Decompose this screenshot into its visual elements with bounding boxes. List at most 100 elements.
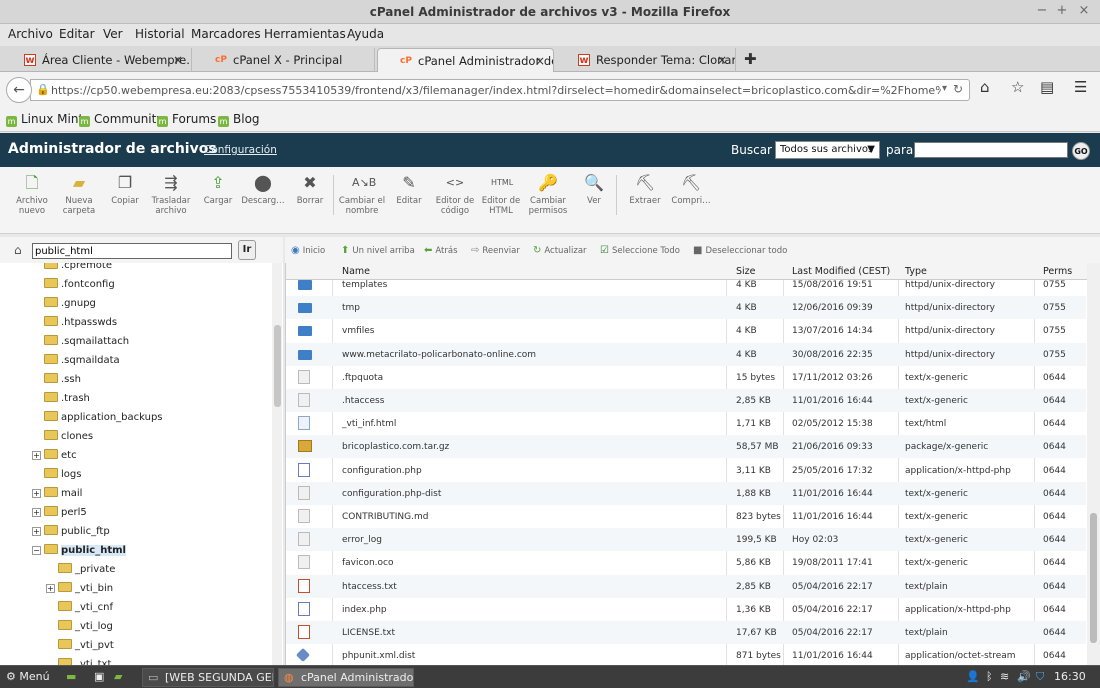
table-row[interactable]: LICENSE.txt 17,67 KB 05/04/2016 22:17 text/… [286,621,1086,644]
table-row[interactable]: htaccess.txt 2,85 KB 05/04/2016 22:17 text/… [286,574,1086,598]
col-perms[interactable]: Perms [1043,266,1072,277]
chevron-down-icon[interactable]: ▾ [942,83,947,94]
file-list-scrollbar[interactable] [1087,263,1100,665]
compress-button[interactable]: ⛏ Compri… [667,173,715,206]
view-button[interactable]: 🔍 Ver [570,173,618,206]
terminal-icon[interactable]: ▣ [94,670,104,683]
tab-responder-tema[interactable]: w Responder Tema: Clonar … × [556,48,736,72]
scroll-thumb[interactable] [1090,513,1097,643]
volume-icon[interactable]: 🔊 [1017,670,1031,683]
tree-item[interactable]: _vti_pvt [58,639,114,657]
tab-cpanel-principal[interactable]: cP cPanel X - Principal [193,48,375,72]
start-menu-button[interactable]: ⚙ Menú [6,670,50,683]
tree-item[interactable]: .trash [44,392,90,410]
back-button[interactable]: ← [6,77,32,103]
tree-item[interactable]: − public_html [32,544,126,562]
tree-item[interactable]: + mail [32,487,82,505]
table-row[interactable]: www.metacrilato-policarbonato-online.com… [286,342,1086,366]
tree-item[interactable]: .cpremote [44,263,112,277]
close-tab-icon[interactable]: × [535,54,545,68]
col-name[interactable]: Name [342,266,370,277]
tab-cpanel-filemanager[interactable]: cP cPanel Administrador de … × [377,48,554,72]
action-forward[interactable]: ⇨ Reenviar [471,245,520,256]
wifi-icon[interactable]: ≋ [1000,670,1009,683]
bookmark-blog[interactable]: m Blog [218,112,260,127]
tree-item[interactable]: .sqmaildata [44,354,120,372]
bookmark-star-icon[interactable]: ☆ [1011,78,1024,96]
rename-button[interactable]: A↘B Cambiar el nombre [338,173,386,216]
col-modified[interactable]: Last Modified (CEST) [792,266,890,277]
action-home[interactable]: ◉ Inicio [291,245,325,256]
delete-button[interactable]: ✖ Borrar [286,173,334,206]
tree-item[interactable]: _vti_cnf [58,601,113,619]
tree-item[interactable]: _private [58,563,115,581]
tree-expander-icon[interactable]: + [32,527,41,536]
files-icon[interactable]: ▰ [114,670,122,683]
table-row[interactable]: favicon.oco 5,86 KB 19/08/2011 17:41 text/x… [286,551,1086,574]
extract-button[interactable]: ⛏ Extraer [621,173,669,206]
table-row[interactable]: _vti_inf.html 1,71 KB 02/05/2012 15:38 text… [286,412,1086,435]
hamburger-menu-icon[interactable]: ☰ [1074,78,1087,96]
task-web-segunda[interactable]: ▭[WEB SEGUNDA GEN… [142,668,274,687]
menu-ayuda[interactable]: Ayuda [347,27,384,41]
table-row[interactable]: bricoplastico.com.tar.gz 58,57 MB 21/06/20… [286,435,1086,459]
tree-item[interactable]: _vti_log [58,620,113,638]
table-row[interactable]: .ftpquota 15 bytes 17/11/2012 03:26 text/x-… [286,366,1086,389]
table-row[interactable]: CONTRIBUTING.md 823 bytes 11/01/2016 16:44… [286,505,1086,528]
new-file-button[interactable]: 🗋 Archivo nuevo [8,173,56,216]
table-row[interactable]: vmfiles 4 KB 13/07/2016 14:34 httpd/unix-di… [286,319,1086,342]
table-row[interactable]: error_log 199,5 KB Hoy 02:03 text/x-generic… [286,528,1086,552]
tree-item[interactable]: + _vti_bin [46,582,113,600]
tree-item[interactable]: .fontconfig [44,278,115,296]
menu-historial[interactable]: Historial [135,27,185,41]
col-type[interactable]: Type [905,266,927,277]
path-input[interactable] [32,243,232,259]
bluetooth-icon[interactable]: ᛒ [986,670,993,683]
search-input[interactable] [914,142,1068,158]
menu-editar[interactable]: Editar [59,27,95,41]
user-icon[interactable]: 👤 [966,670,980,683]
show-desktop-icon[interactable]: ▬ [66,670,76,683]
tree-scrollbar[interactable] [272,263,282,665]
tree-expander-icon[interactable]: − [32,546,41,555]
minimize-button[interactable]: − [1034,3,1050,18]
new-folder-button[interactable]: ▰ Nueva carpeta [55,173,103,216]
go-path-button[interactable]: Ir [238,240,256,260]
tree-item[interactable]: + perl5 [32,506,87,524]
table-row[interactable]: configuration.php 3,11 KB 25/05/2016 17:32… [286,459,1086,482]
bookmark-community[interactable]: m Community [79,112,163,127]
tree-item[interactable]: .gnupg [44,297,96,315]
close-tab-icon[interactable]: × [717,53,727,67]
tab-area-cliente[interactable]: w Área Cliente - Webempre… × [2,48,192,72]
action-deselect-all[interactable]: ■ Deseleccionar todo [693,245,787,256]
configuration-link[interactable]: Configuración [204,144,277,156]
menu-archivo[interactable]: Archivo [8,27,53,41]
close-window-button[interactable]: × [1076,3,1092,18]
task-cpanel-firefox[interactable]: ◍ cPanel Administrado… [278,668,414,687]
home-icon[interactable]: ⌂ [980,78,990,96]
html-editor-button[interactable]: HTML Editor de HTML [477,173,525,216]
col-size[interactable]: Size [736,266,756,277]
tree-item[interactable]: + etc [32,449,77,467]
tree-item[interactable]: logs [44,468,81,486]
tree-expander-icon[interactable]: + [32,451,41,460]
tree-item[interactable]: application_backups [44,411,163,429]
maximize-button[interactable]: + [1054,3,1070,18]
url-bar[interactable]: 🔒 https://cp50.webempresa.eu:2083/cpsess… [30,79,970,101]
upload-button[interactable]: ⇪ Cargar [194,173,242,206]
table-row[interactable]: index.php 1,36 KB 05/04/2016 22:17 applicat… [286,598,1086,621]
download-button[interactable]: ⬤ Descarg… [239,173,287,206]
menu-ver[interactable]: Ver [103,27,123,41]
menu-herramientas[interactable]: Herramientas [264,27,346,41]
tree-expander-icon[interactable]: + [46,584,55,593]
tree-item[interactable]: clones [44,430,93,448]
shield-icon[interactable]: ⛉ [1036,670,1044,684]
tree-expander-icon[interactable]: + [32,508,41,517]
action-reload[interactable]: ↻ Actualizar [533,245,587,256]
copy-button[interactable]: ❐ Copiar [101,173,149,206]
table-row[interactable]: tmp 4 KB 12/06/2016 09:39 httpd/unix-direct… [286,296,1086,320]
table-row[interactable]: phpunit.xml.dist 871 bytes 11/01/2016 16:4… [286,644,1086,665]
table-row[interactable]: configuration.php-dist 1,88 KB 11/01/2016 … [286,481,1086,505]
action-back[interactable]: ⬅ Atrás [424,245,458,256]
tree-item[interactable]: .sqmailattach [44,335,129,353]
